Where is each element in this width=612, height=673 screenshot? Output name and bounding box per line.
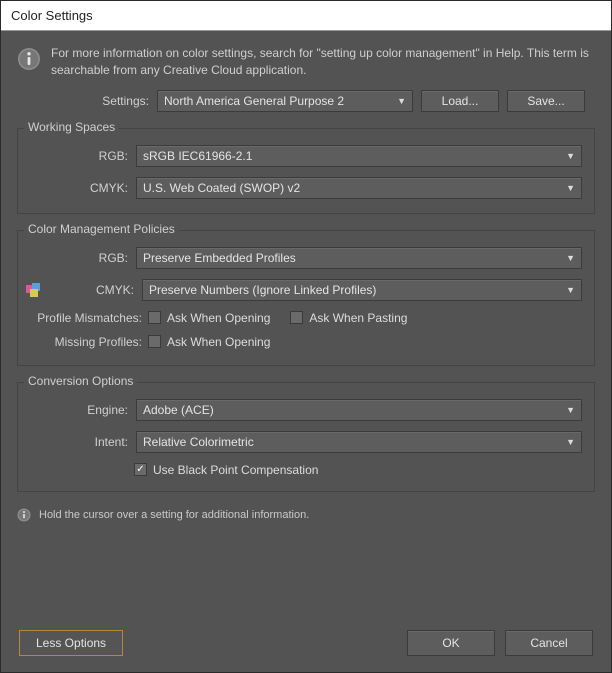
policies-rgb-dropdown[interactable]: Preserve Embedded Profiles ▼	[136, 247, 582, 269]
missing-open-label: Ask When Opening	[167, 335, 270, 349]
bpc-label: Use Black Point Compensation	[153, 463, 318, 477]
policies-rgb-label: RGB:	[30, 251, 128, 265]
conversion-legend: Conversion Options	[24, 374, 137, 388]
working-cmyk-value: U.S. Web Coated (SWOP) v2	[143, 181, 300, 195]
missing-label: Missing Profiles:	[30, 335, 142, 349]
intent-dropdown[interactable]: Relative Colorimetric ▼	[136, 431, 582, 453]
color-swatch-icon	[26, 283, 44, 297]
policies-cmyk-dropdown[interactable]: Preserve Numbers (Ignore Linked Profiles…	[142, 279, 582, 301]
working-rgb-value: sRGB IEC61966-2.1	[143, 149, 252, 163]
chevron-down-icon: ▼	[566, 151, 575, 161]
policies-group: Color Management Policies RGB: Preserve …	[17, 230, 595, 366]
chevron-down-icon: ▼	[566, 285, 575, 295]
working-spaces-legend: Working Spaces	[24, 120, 119, 134]
chevron-down-icon: ▼	[566, 253, 575, 263]
engine-value: Adobe (ACE)	[143, 403, 214, 417]
settings-value: North America General Purpose 2	[164, 94, 344, 108]
settings-row: Settings: North America General Purpose …	[17, 90, 595, 112]
color-settings-dialog: Color Settings For more information on c…	[0, 0, 612, 673]
save-button[interactable]: Save...	[507, 90, 585, 112]
working-cmyk-dropdown[interactable]: U.S. Web Coated (SWOP) v2 ▼	[136, 177, 582, 199]
policies-rgb-value: Preserve Embedded Profiles	[143, 251, 296, 265]
cancel-button[interactable]: Cancel	[505, 630, 593, 656]
intent-value: Relative Colorimetric	[143, 435, 254, 449]
chevron-down-icon: ▼	[566, 437, 575, 447]
policies-cmyk-value: Preserve Numbers (Ignore Linked Profiles…	[149, 283, 376, 297]
settings-label: Settings:	[51, 94, 149, 108]
load-button[interactable]: Load...	[421, 90, 499, 112]
dialog-content: For more information on color settings, …	[1, 31, 611, 672]
policies-cmyk-label: CMYK:	[56, 283, 134, 297]
info-icon	[17, 508, 31, 522]
info-row: For more information on color settings, …	[17, 45, 595, 80]
chevron-down-icon: ▼	[566, 405, 575, 415]
hint-text: Hold the cursor over a setting for addit…	[39, 509, 309, 521]
info-icon	[17, 47, 41, 71]
engine-label: Engine:	[30, 403, 128, 417]
mismatch-paste-checkbox[interactable]	[290, 311, 303, 324]
hint-row: Hold the cursor over a setting for addit…	[17, 508, 595, 522]
info-text: For more information on color settings, …	[51, 45, 595, 80]
engine-dropdown[interactable]: Adobe (ACE) ▼	[136, 399, 582, 421]
less-options-button[interactable]: Less Options	[19, 630, 123, 656]
window-title: Color Settings	[11, 8, 93, 23]
settings-dropdown[interactable]: North America General Purpose 2 ▼	[157, 90, 413, 112]
mismatch-open-checkbox[interactable]	[148, 311, 161, 324]
conversion-group: Conversion Options Engine: Adobe (ACE) ▼…	[17, 382, 595, 492]
missing-open-checkbox[interactable]	[148, 335, 161, 348]
bpc-checkbox[interactable]	[134, 463, 147, 476]
cmyk-label: CMYK:	[30, 181, 128, 195]
mismatch-label: Profile Mismatches:	[30, 311, 142, 325]
ok-button[interactable]: OK	[407, 630, 495, 656]
policies-legend: Color Management Policies	[24, 222, 179, 236]
working-rgb-dropdown[interactable]: sRGB IEC61966-2.1 ▼	[136, 145, 582, 167]
rgb-label: RGB:	[30, 149, 128, 163]
intent-label: Intent:	[30, 435, 128, 449]
mismatch-paste-label: Ask When Pasting	[309, 311, 407, 325]
footer: Less Options OK Cancel	[17, 626, 595, 662]
titlebar: Color Settings	[1, 1, 611, 31]
working-spaces-group: Working Spaces RGB: sRGB IEC61966-2.1 ▼ …	[17, 128, 595, 214]
chevron-down-icon: ▼	[566, 183, 575, 193]
chevron-down-icon: ▼	[397, 96, 406, 106]
mismatch-open-label: Ask When Opening	[167, 311, 270, 325]
